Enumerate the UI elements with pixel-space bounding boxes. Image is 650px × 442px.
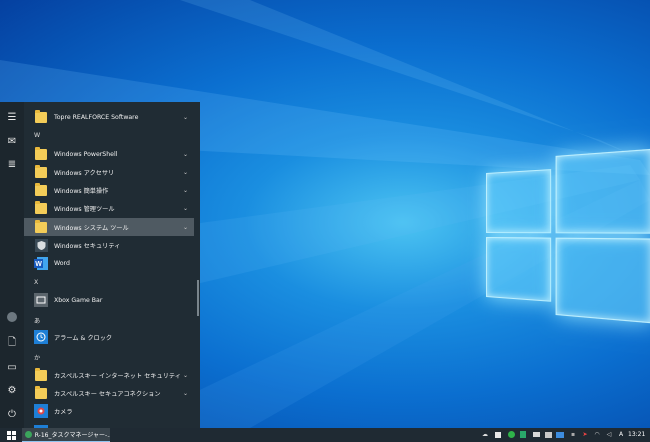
chevron-down-icon[interactable]: ⌄ [183, 151, 188, 158]
app-item-windows-system-tools[interactable]: Windows システム ツール ⌄ [24, 218, 194, 236]
chevron-down-icon[interactable]: ⌄ [183, 114, 188, 121]
app-item-word[interactable]: W Word [24, 254, 194, 272]
group-header-ka[interactable]: か [34, 353, 40, 362]
app-item-kaspersky-secure-connection[interactable]: カスペルスキー セキュアコネクション ⌄ [24, 384, 194, 402]
windows-start-icon [7, 430, 16, 440]
chevron-down-icon[interactable]: ⌄ [183, 390, 188, 397]
xbox-icon [34, 293, 48, 307]
group-header-x[interactable]: X [34, 279, 38, 286]
app-label: Windows セキュリティ [54, 242, 121, 250]
folder-icon [34, 164, 48, 179]
folder-icon [34, 182, 48, 197]
app-label: Windows 管理ツール [54, 205, 115, 213]
start-menu-rail: ☰ ✉ ≣ 🗋 ▭ ⚙ ⏻ [0, 102, 24, 428]
group-header-a[interactable]: あ [34, 316, 40, 325]
app-label: Windows PowerShell [54, 150, 118, 158]
folder-icon [34, 367, 48, 382]
app-item-windows-security[interactable]: Windows セキュリティ [24, 236, 194, 254]
app-item-kaspersky-internet-security[interactable]: カスペルスキー インターネット セキュリティ ⌄ [24, 366, 194, 384]
app-item-windows-ease-of-access[interactable]: Windows 簡単操作 ⌄ [24, 181, 194, 199]
all-apps-list-icon[interactable]: ≣ [6, 158, 18, 170]
settings-gear-icon[interactable]: ⚙ [6, 384, 18, 396]
folder-icon [34, 146, 48, 161]
power-icon[interactable]: ⏻ [6, 408, 18, 420]
taskbar-window-button[interactable]: R-16_タスクマネージャー-... [22, 428, 110, 442]
app-item-partial[interactable] [24, 420, 194, 428]
app-item-xbox-game-bar[interactable]: Xbox Game Bar [24, 291, 194, 309]
app-list: Topre REALFORCE Software ⌄ W Windows Pow… [24, 102, 200, 428]
app-label: Xbox Game Bar [54, 296, 103, 304]
kaspersky-tray-icon[interactable] [519, 430, 527, 439]
app-label: Topre REALFORCE Software [54, 113, 139, 121]
app-item-alarms-clock[interactable]: アラーム & クロック [24, 328, 194, 346]
camera-icon [34, 404, 48, 418]
folder-icon [34, 200, 48, 215]
app-label: カスペルスキー セキュアコネクション [54, 390, 161, 398]
app-item-windows-powershell[interactable]: Windows PowerShell ⌄ [24, 145, 194, 163]
svg-text:W: W [35, 261, 42, 268]
app-item-windows-admin-tools[interactable]: Windows 管理ツール ⌄ [24, 199, 194, 217]
tray-app-icon[interactable] [494, 430, 502, 439]
shield-icon [34, 238, 48, 252]
app-window-icon [25, 431, 32, 438]
shield-check-icon[interactable] [507, 430, 515, 439]
user-avatar-icon[interactable] [6, 311, 18, 323]
app-label: アラーム & クロック [54, 334, 113, 342]
tray-app-icon-3[interactable]: ▪ [569, 430, 577, 439]
app-item-topre-realforce[interactable]: Topre REALFORCE Software ⌄ [24, 108, 194, 126]
cloud-icon[interactable]: ☁ [481, 430, 489, 439]
windows-logo [486, 142, 650, 324]
app-label: Word [54, 259, 70, 267]
word-icon: W [34, 256, 48, 270]
folder-icon [34, 219, 48, 234]
chevron-down-icon[interactable]: ⌄ [183, 372, 188, 379]
wifi-icon[interactable]: ◠ [593, 430, 601, 439]
pictures-icon[interactable]: ▭ [6, 361, 18, 373]
app-label: Windows 簡単操作 [54, 187, 109, 195]
app-item-windows-accessories[interactable]: Windows アクセサリ ⌄ [24, 163, 194, 181]
tray-app-icon-2[interactable] [544, 430, 552, 439]
documents-icon[interactable]: 🗋 [6, 337, 18, 349]
clock-icon [34, 330, 48, 344]
ime-indicator[interactable]: A [617, 430, 625, 439]
start-button[interactable] [0, 428, 22, 442]
chevron-down-icon[interactable]: ⌄ [183, 224, 188, 231]
start-menu: ☰ ✉ ≣ 🗋 ▭ ⚙ ⏻ Topre REALFORCE Software ⌄… [0, 102, 200, 428]
app-item-camera[interactable]: カメラ [24, 402, 194, 420]
volume-icon[interactable]: ◁ [605, 430, 613, 439]
hamburger-menu-icon[interactable]: ☰ [6, 111, 18, 123]
chevron-down-icon[interactable]: ⌄ [183, 187, 188, 194]
red-arrow-tray-icon[interactable]: ➤ [581, 430, 589, 439]
display-tray-icon[interactable] [556, 430, 564, 439]
chevron-down-icon[interactable]: ⌄ [183, 205, 188, 212]
app-label: カメラ [54, 408, 73, 416]
taskbar-window-label: R-16_タスクマネージャー-... [34, 432, 110, 439]
taskbar-clock[interactable]: 13:21 [628, 431, 645, 438]
app-label: Windows アクセサリ [54, 169, 115, 177]
group-header-w[interactable]: W [34, 132, 40, 139]
network-share-icon[interactable] [532, 430, 540, 439]
mail-icon[interactable]: ✉ [6, 135, 18, 147]
chevron-down-icon[interactable]: ⌄ [183, 169, 188, 176]
taskbar: R-16_タスクマネージャー-... ☁ ▪ ➤ ◠ ◁ A 13:21 [0, 428, 650, 442]
app-label: カスペルスキー インターネット セキュリティ [54, 372, 181, 380]
folder-icon [34, 109, 48, 124]
app-list-scrollbar[interactable] [197, 280, 199, 316]
folder-icon [34, 385, 48, 400]
app-label: Windows システム ツール [54, 224, 129, 232]
